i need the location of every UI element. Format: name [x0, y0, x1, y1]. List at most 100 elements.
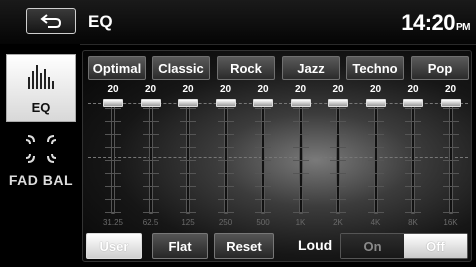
- back-button[interactable]: [26, 8, 76, 34]
- preset-rock-button[interactable]: Rock: [217, 56, 275, 80]
- band-tick: [180, 147, 196, 148]
- band-tick: [180, 199, 196, 200]
- band-tick: [105, 186, 121, 187]
- band-slider[interactable]: 20 500: [248, 84, 278, 230]
- band-slider[interactable]: 20 250: [211, 84, 241, 230]
- reset-button[interactable]: Reset: [214, 233, 274, 259]
- band-thumb[interactable]: [103, 99, 123, 107]
- band-thumb[interactable]: [440, 99, 461, 107]
- band-tick: [142, 173, 159, 174]
- band-track[interactable]: [261, 102, 265, 214]
- band-tick: [330, 134, 346, 135]
- band-tick: [405, 147, 421, 148]
- band-value: 20: [182, 84, 194, 95]
- band-tick: [255, 108, 271, 109]
- band-tick: [180, 108, 196, 109]
- band-track[interactable]: [223, 102, 228, 214]
- loud-off-option[interactable]: Off: [404, 234, 467, 258]
- band-tick: [442, 108, 459, 109]
- band-tick: [405, 173, 421, 174]
- band-thumb[interactable]: [290, 99, 311, 107]
- band-tick: [405, 199, 421, 200]
- preset-techno-button[interactable]: Techno: [346, 56, 404, 80]
- band-tick: [142, 134, 159, 135]
- band-frequency-label: 8K: [408, 218, 418, 227]
- sidebar-item-eq-label: EQ: [31, 100, 51, 115]
- band-track[interactable]: [448, 102, 453, 214]
- band-tick: [330, 160, 346, 161]
- band-tick: [330, 212, 346, 213]
- band-tick: [367, 212, 384, 213]
- band-track[interactable]: [148, 102, 153, 214]
- band-tick: [405, 212, 421, 213]
- band-tick: [330, 121, 346, 122]
- equalizer-bars-icon: [28, 65, 54, 89]
- preset-optimal-button[interactable]: Optimal: [88, 56, 146, 80]
- band-frequency-label: 62.5: [142, 218, 159, 227]
- band-thumb[interactable]: [178, 99, 198, 107]
- band-tick: [255, 147, 271, 148]
- band-tick: [180, 173, 196, 174]
- sidebar-item-eq[interactable]: EQ: [6, 54, 76, 122]
- band-tick: [330, 199, 346, 200]
- preset-classic-button[interactable]: Classic: [152, 56, 210, 80]
- band-tick: [367, 199, 384, 200]
- band-thumb[interactable]: [328, 99, 348, 107]
- band-tick: [217, 108, 234, 109]
- band-slider[interactable]: 20 31.25: [98, 84, 128, 230]
- band-slider[interactable]: 20 4K: [361, 84, 391, 230]
- band-tick: [105, 108, 121, 109]
- band-tick: [442, 121, 459, 122]
- band-tick: [405, 108, 421, 109]
- band-thumb[interactable]: [215, 99, 236, 107]
- band-thumb[interactable]: [140, 99, 161, 107]
- band-value: 20: [107, 84, 119, 95]
- band-slider[interactable]: 20 125: [173, 84, 203, 230]
- sidebar-item-fad-bal[interactable]: FAD BAL: [6, 132, 76, 192]
- user-button[interactable]: User: [86, 233, 142, 259]
- band-tick: [367, 108, 384, 109]
- band-tick: [367, 147, 384, 148]
- bottom-bar: User Flat Reset Loud On Off: [84, 233, 472, 261]
- band-tick: [255, 134, 271, 135]
- band-thumb[interactable]: [253, 99, 273, 107]
- band-track[interactable]: [298, 102, 303, 214]
- loud-on-option[interactable]: On: [341, 234, 404, 258]
- band-tick: [255, 186, 271, 187]
- preset-pop-button[interactable]: Pop: [411, 56, 469, 80]
- band-tick: [105, 212, 121, 213]
- band-thumb[interactable]: [365, 99, 386, 107]
- band-track[interactable]: [111, 102, 115, 214]
- band-tick: [217, 212, 234, 213]
- clock-time: 14:20: [401, 10, 455, 35]
- band-tick: [442, 147, 459, 148]
- header-bar: EQ 14:20PM: [0, 0, 476, 45]
- band-slider[interactable]: 20 1K: [286, 84, 316, 230]
- band-slider[interactable]: 20 2K: [323, 84, 353, 230]
- band-tick: [442, 173, 459, 174]
- band-tick: [255, 199, 271, 200]
- band-tick: [180, 121, 196, 122]
- preset-jazz-button[interactable]: Jazz: [282, 56, 340, 80]
- band-tick: [180, 160, 196, 161]
- loud-label: Loud: [298, 237, 333, 253]
- band-slider[interactable]: 20 62.5: [136, 84, 166, 230]
- band-tick: [330, 108, 346, 109]
- band-thumb[interactable]: [403, 99, 423, 107]
- loud-toggle[interactable]: On Off: [340, 233, 468, 259]
- band-track[interactable]: [373, 102, 378, 214]
- band-track[interactable]: [186, 102, 190, 214]
- band-tick: [442, 199, 459, 200]
- band-track[interactable]: [411, 102, 415, 214]
- band-tick: [105, 173, 121, 174]
- band-track[interactable]: [336, 102, 340, 214]
- band-slider[interactable]: 20 8K: [398, 84, 428, 230]
- flat-button[interactable]: Flat: [152, 233, 208, 259]
- band-value: 20: [332, 84, 344, 95]
- band-tick: [255, 173, 271, 174]
- band-tick: [142, 199, 159, 200]
- band-tick: [180, 134, 196, 135]
- band-value: 20: [407, 84, 419, 95]
- band-slider[interactable]: 20 16K: [436, 84, 466, 230]
- band-tick: [405, 186, 421, 187]
